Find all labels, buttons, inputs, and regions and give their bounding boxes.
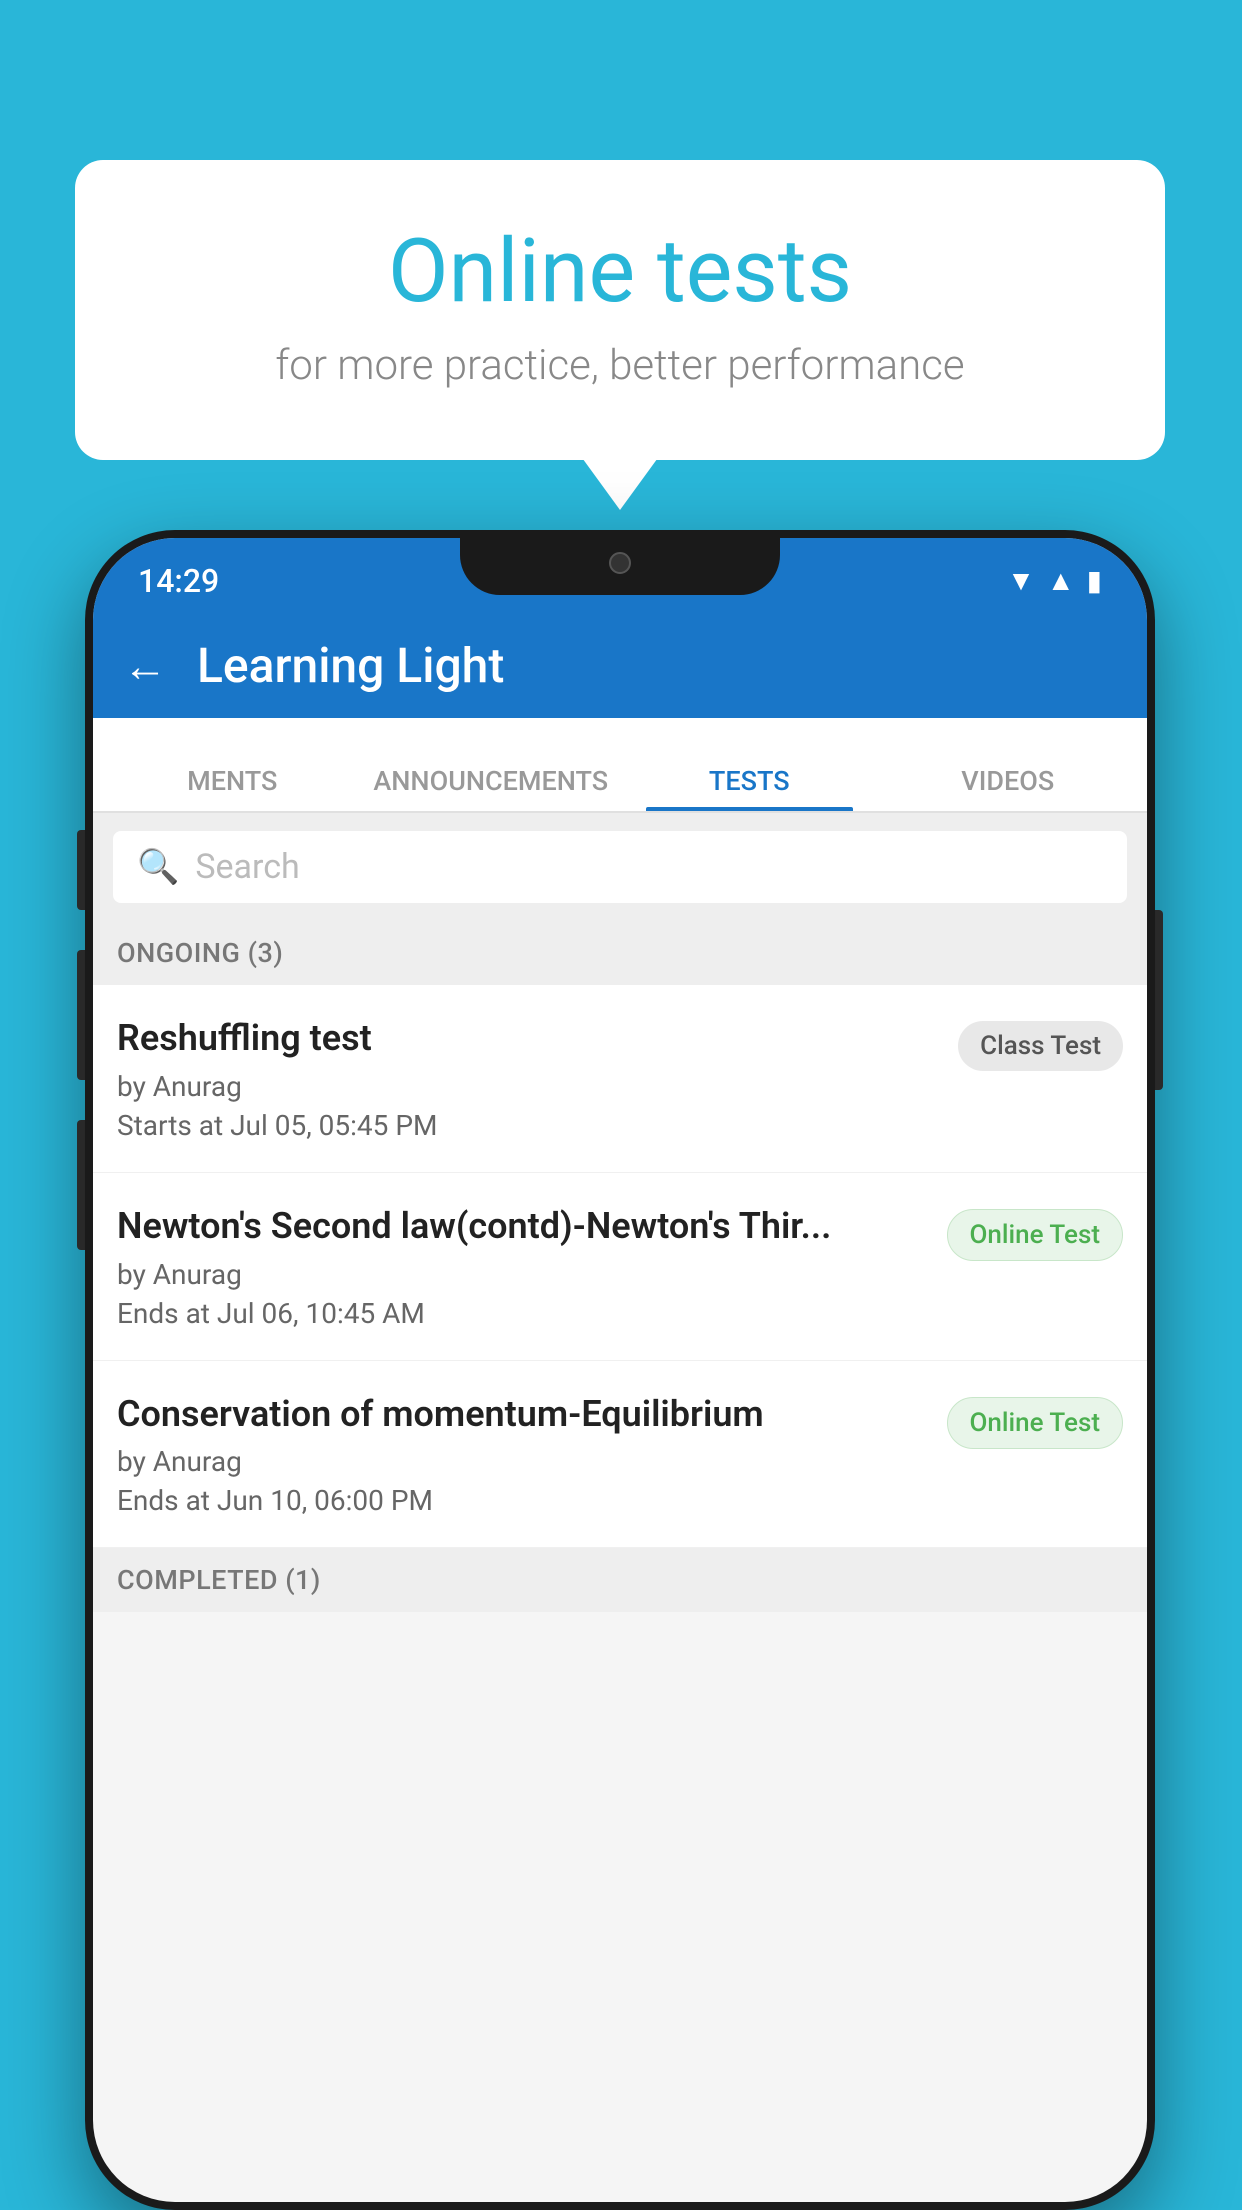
test-info: Reshuffling test by Anurag Starts at Jul… — [117, 1015, 958, 1142]
test-info: Conservation of momentum-Equilibrium by … — [117, 1391, 947, 1518]
bubble-title: Online tests — [155, 220, 1085, 323]
side-button-power — [1155, 910, 1163, 1090]
test-author: by Anurag — [117, 1070, 938, 1103]
phone-frame: 14:29 ▼ ▲ ▮ ← Learning Light MENTS ANNOU… — [85, 530, 1155, 2210]
tabs-bar: MENTS ANNOUNCEMENTS TESTS VIDEOS — [93, 718, 1147, 813]
list-item[interactable]: Newton's Second law(contd)-Newton's Thir… — [93, 1173, 1147, 1361]
list-item[interactable]: Reshuffling test by Anurag Starts at Jul… — [93, 985, 1147, 1173]
test-name: Reshuffling test — [117, 1015, 938, 1062]
battery-icon: ▮ — [1087, 564, 1102, 597]
search-icon: 🔍 — [137, 847, 179, 887]
status-time: 14:29 — [138, 562, 219, 600]
side-button-vol-down — [77, 950, 85, 1080]
top-bar: ← Learning Light — [93, 613, 1147, 718]
status-icons: ▼ ▲ ▮ — [1007, 564, 1102, 597]
side-button-vol-down2 — [77, 1120, 85, 1250]
tab-ments[interactable]: MENTS — [103, 765, 362, 811]
test-author: by Anurag — [117, 1258, 927, 1291]
test-badge-online: Online Test — [947, 1209, 1124, 1261]
back-button[interactable]: ← — [123, 640, 167, 692]
app-title: Learning Light — [197, 637, 504, 694]
test-info: Newton's Second law(contd)-Newton's Thir… — [117, 1203, 947, 1330]
test-name: Conservation of momentum-Equilibrium — [117, 1391, 927, 1438]
camera-dot — [609, 552, 631, 574]
test-name: Newton's Second law(contd)-Newton's Thir… — [117, 1203, 927, 1250]
search-bar[interactable]: 🔍 Search — [113, 831, 1127, 903]
wifi-icon: ▼ — [1007, 564, 1035, 597]
search-container: 🔍 Search — [93, 813, 1147, 921]
phone-notch — [460, 530, 780, 595]
tab-announcements[interactable]: ANNOUNCEMENTS — [362, 765, 621, 811]
test-list: Reshuffling test by Anurag Starts at Jul… — [93, 985, 1147, 1548]
test-time: Ends at Jun 10, 06:00 PM — [117, 1484, 927, 1517]
test-time: Starts at Jul 05, 05:45 PM — [117, 1109, 938, 1142]
section-completed-header: COMPLETED (1) — [93, 1548, 1147, 1612]
tab-tests[interactable]: TESTS — [620, 765, 879, 811]
tab-videos[interactable]: VIDEOS — [879, 765, 1138, 811]
phone-screen: 14:29 ▼ ▲ ▮ ← Learning Light MENTS ANNOU… — [93, 538, 1147, 2202]
signal-icon: ▲ — [1047, 564, 1075, 597]
test-time: Ends at Jul 06, 10:45 AM — [117, 1297, 927, 1330]
list-item[interactable]: Conservation of momentum-Equilibrium by … — [93, 1361, 1147, 1549]
section-ongoing-header: ONGOING (3) — [93, 921, 1147, 985]
bubble-subtitle: for more practice, better performance — [155, 341, 1085, 390]
test-badge-class: Class Test — [958, 1021, 1123, 1071]
test-author: by Anurag — [117, 1445, 927, 1478]
search-input[interactable]: Search — [195, 847, 299, 887]
speech-bubble: Online tests for more practice, better p… — [75, 160, 1165, 460]
test-badge-online: Online Test — [947, 1397, 1124, 1449]
side-button-vol-up — [77, 830, 85, 910]
phone-wrapper: 14:29 ▼ ▲ ▮ ← Learning Light MENTS ANNOU… — [85, 530, 1155, 2210]
